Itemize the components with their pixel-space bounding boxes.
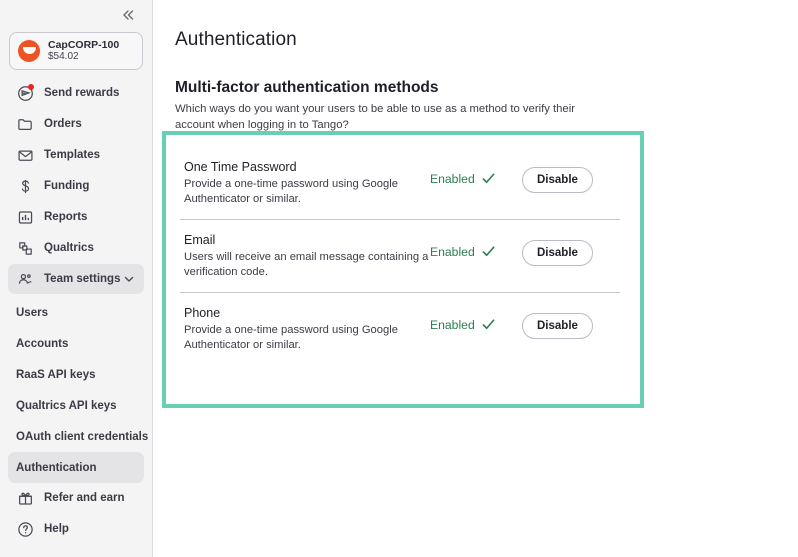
sidebar-item-label: Team settings [44, 273, 121, 285]
sidebar-item-label: Templates [44, 149, 101, 161]
sidebar-item-users[interactable]: Users [8, 297, 144, 328]
status-badge: Enabled [430, 317, 508, 332]
check-icon [481, 244, 496, 259]
sidebar-item-label: Help [44, 523, 69, 535]
method-name: Email [184, 233, 216, 247]
envelope-icon [16, 146, 34, 164]
page-title: Authentication [175, 28, 297, 50]
sidebar-item-accounts[interactable]: Accounts [8, 328, 144, 359]
mfa-method-row: One Time Password Provide a one-time pas… [180, 147, 620, 219]
sidebar-item-label: Qualtrics [44, 242, 94, 254]
main-content: Authentication Multi-factor authenticati… [153, 0, 798, 557]
sidebar-item-funding[interactable]: Funding [8, 171, 144, 201]
mfa-methods-highlight: One Time Password Provide a one-time pas… [162, 131, 644, 408]
people-icon [16, 270, 34, 288]
disable-button[interactable]: Disable [522, 167, 593, 193]
app-root: CapCORP-100 $54.02 Send rewards Orders T… [0, 0, 798, 557]
sidebar-item-authentication[interactable]: Authentication [8, 452, 144, 483]
method-name: One Time Password [184, 160, 297, 174]
section-description: Which ways do you want your users to be … [175, 103, 575, 132]
disable-button[interactable]: Disable [522, 240, 593, 266]
account-balance: $54.02 [48, 51, 79, 63]
sidebar-bottom-nav: Refer and earn Help [0, 483, 152, 557]
method-info: Email Users will receive an email messag… [180, 232, 430, 280]
sidebar-item-label: Funding [44, 180, 90, 192]
sidebar-item-team-settings[interactable]: Team settings [8, 264, 144, 294]
sidebar-item-label: Refer and earn [44, 492, 125, 504]
brand-logo-icon [18, 40, 40, 62]
status-badge: Enabled [430, 171, 508, 186]
sidebar-item-label: Send rewards [44, 87, 120, 99]
account-name: CapCORP-100 [48, 39, 120, 52]
method-name: Phone [184, 306, 221, 320]
help-circle-icon [16, 520, 34, 538]
sidebar-item-raas-api-keys[interactable]: RaaS API keys [8, 359, 144, 390]
dollar-icon [16, 177, 34, 195]
bar-chart-icon [16, 208, 34, 226]
account-switcher[interactable]: CapCORP-100 $54.02 [9, 32, 143, 70]
status-label: Enabled [430, 171, 475, 186]
sidebar-item-qualtrics[interactable]: Qualtrics [8, 233, 144, 263]
check-icon [481, 317, 496, 332]
qualtrics-icon [16, 239, 34, 257]
chevrons-left-icon[interactable] [118, 5, 138, 25]
check-icon [481, 171, 496, 186]
gift-icon [16, 489, 34, 507]
folder-icon [16, 115, 34, 133]
sidebar-collapse-row [0, 0, 152, 30]
sidebar-item-reports[interactable]: Reports [8, 202, 144, 232]
method-info: One Time Password Provide a one-time pas… [180, 159, 430, 207]
sidebar-item-templates[interactable]: Templates [8, 140, 144, 170]
status-badge: Enabled [430, 244, 508, 259]
sidebar-item-send-rewards[interactable]: Send rewards [8, 78, 144, 108]
mfa-methods-panel: One Time Password Provide a one-time pas… [166, 135, 640, 404]
mfa-method-row: Email Users will receive an email messag… [180, 219, 620, 292]
sidebar-item-refer-and-earn[interactable]: Refer and earn [8, 483, 144, 513]
sidebar-item-qualtrics-api-keys[interactable]: Qualtrics API keys [8, 390, 144, 421]
sidebar-item-orders[interactable]: Orders [8, 109, 144, 139]
account-text: CapCORP-100 $54.02 [48, 39, 119, 63]
method-action: Disable [522, 240, 593, 266]
method-info: Phone Provide a one-time password using … [180, 305, 430, 353]
disable-button[interactable]: Disable [522, 313, 593, 339]
method-description: Provide a one-time password using Google… [184, 324, 398, 351]
method-action: Disable [522, 167, 593, 193]
sidebar-item-help[interactable]: Help [8, 514, 144, 544]
status-label: Enabled [430, 317, 475, 332]
section-title: Multi-factor authentication methods [175, 78, 439, 96]
primary-nav: Send rewards Orders Templates Funding Re… [0, 78, 152, 295]
method-action: Disable [522, 313, 593, 339]
chevron-down-icon[interactable] [122, 272, 136, 286]
sidebar-item-oauth-client-credentials[interactable]: OAuth client credentials [8, 421, 148, 452]
sidebar-item-label: Reports [44, 211, 88, 223]
send-icon [16, 84, 34, 102]
status-label: Enabled [430, 244, 475, 259]
sidebar-item-label: Orders [44, 118, 82, 130]
method-description: Users will receive an email message cont… [184, 251, 429, 278]
notification-dot [28, 84, 34, 90]
sidebar: CapCORP-100 $54.02 Send rewards Orders T… [0, 0, 153, 557]
mfa-method-row: Phone Provide a one-time password using … [180, 292, 620, 365]
team-settings-subnav: Users Accounts RaaS API keys Qualtrics A… [0, 297, 152, 483]
method-description: Provide a one-time password using Google… [184, 178, 398, 205]
